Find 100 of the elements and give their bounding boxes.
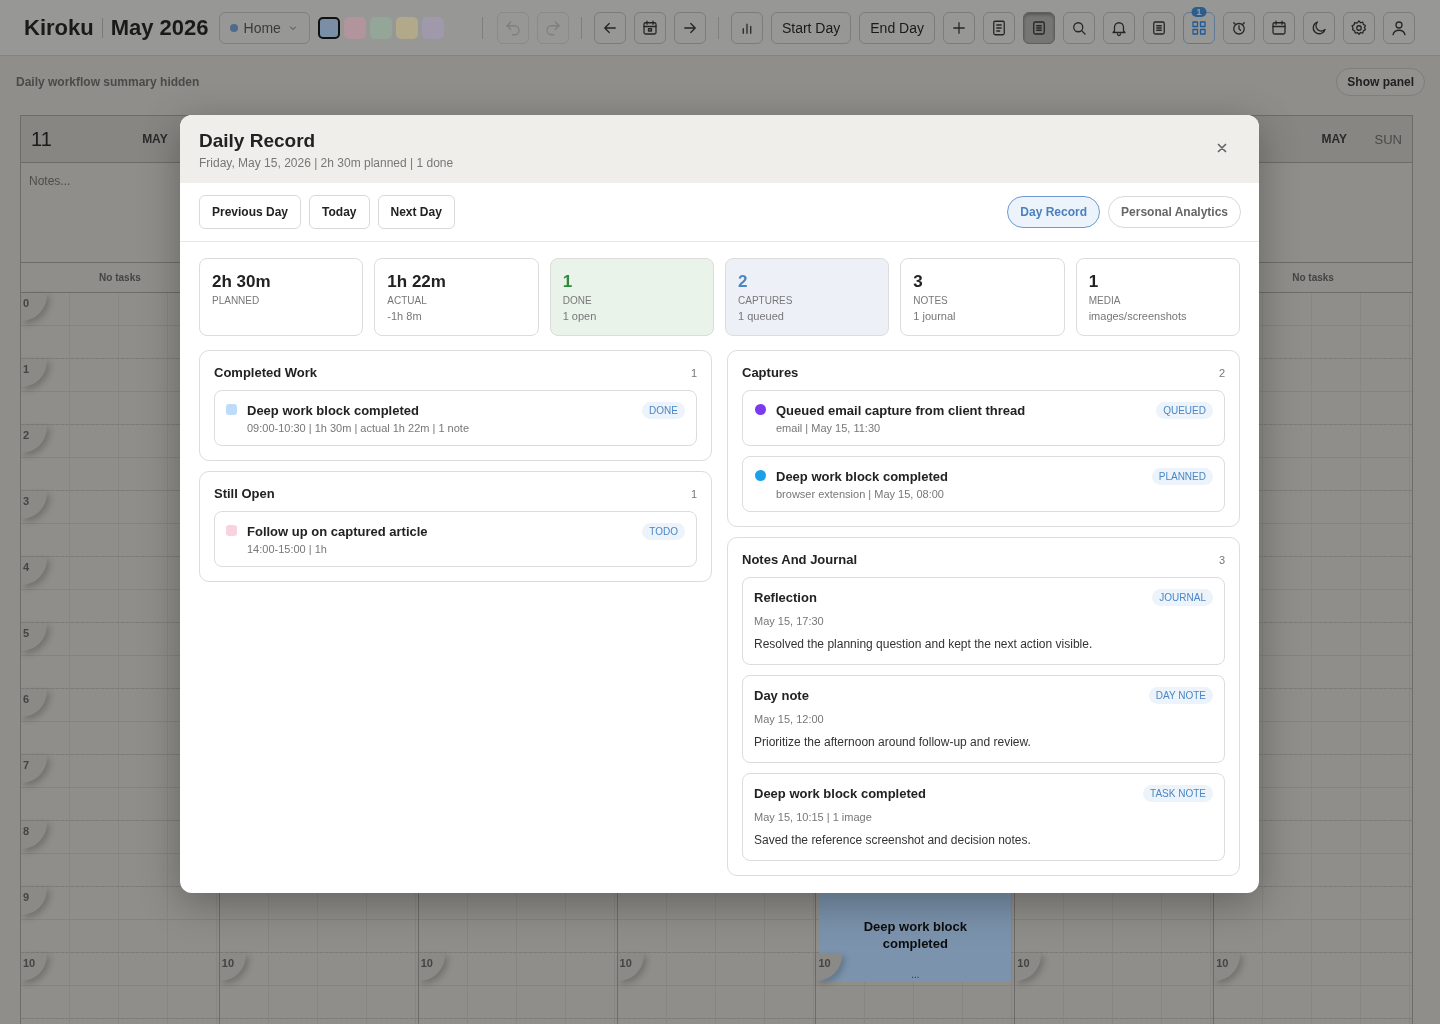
item-meta: 09:00-10:30 | 1h 30m | actual 1h 22m | 1 note: [247, 422, 470, 434]
hour-label: 8: [21, 821, 47, 849]
event-title: Deep work block completed: [862, 918, 968, 952]
toolbar-button[interactable]: End Day: [859, 11, 935, 44]
stat-value: 2h 30m: [212, 272, 272, 292]
show-panel-button[interactable]: Show panel: [1336, 67, 1425, 96]
stat-value: 1h 22m: [387, 272, 447, 292]
list-item[interactable]: Queued email capture from client thread QUEUED email | May 15, 11:30: [742, 390, 1225, 446]
settings-icon: [1349, 18, 1368, 37]
stat-label: CAPTURES: [738, 295, 794, 306]
dialog-subtitle: Friday, May 15, 2026 | 2h 30m planned | 1 done: [199, 156, 454, 170]
nav-button[interactable]: Today: [309, 195, 370, 229]
document-button[interactable]: [1022, 11, 1055, 44]
close-icon: [1215, 141, 1229, 155]
view-tab[interactable]: Personal Analytics: [1108, 196, 1241, 228]
stat-detail: 1 open: [562, 310, 598, 322]
stat-value: 3: [913, 272, 924, 292]
status-tag: QUEUED: [1156, 402, 1213, 419]
status-dot: [229, 23, 238, 32]
summary-message: Daily workflow summary hidden: [16, 74, 200, 89]
status-tag: PLANNED: [1151, 468, 1213, 485]
section-count: 2: [1218, 366, 1225, 379]
note-tag: DAY NOTE: [1148, 687, 1213, 704]
arrow-left-button[interactable]: [593, 11, 626, 44]
color-swatch[interactable]: [317, 16, 340, 39]
note-body: Resolved the planning question and kept the next action visible.: [754, 637, 1094, 651]
note-card[interactable]: Deep work block completed TASK NOTE May 15, 10:15 | 1 image Saved the reference screenshot and decision notes.: [742, 773, 1225, 861]
hour-label: 5: [21, 623, 47, 651]
hour-label: 10: [1214, 953, 1241, 981]
moon-button[interactable]: [1302, 11, 1335, 44]
toolbar-button[interactable]: Start Day: [770, 11, 852, 44]
hour-label: 10: [1015, 953, 1042, 981]
calendar-button[interactable]: [1262, 11, 1295, 44]
item-meta: email | May 15, 11:30: [776, 422, 882, 434]
more-indicator: ...: [911, 970, 920, 980]
note-body: Saved the reference screenshot and decision notes.: [754, 833, 1032, 847]
section-title: Still Open: [214, 486, 275, 501]
hour-label: 10: [418, 953, 445, 981]
stat-label: MEDIA: [1088, 295, 1122, 306]
list-item[interactable]: Follow up on captured article TODO 14:00-15:00 | 1h: [214, 511, 697, 567]
stat-detail: 1 journal: [913, 310, 957, 322]
stat-value: 1: [1088, 272, 1100, 292]
hour-label: 10: [617, 953, 644, 981]
stat-detail: -1h 8m: [387, 310, 423, 322]
nav-button[interactable]: Next Day: [377, 195, 455, 229]
redo-icon: [543, 18, 562, 37]
color-swatch[interactable]: [343, 16, 366, 39]
calendar-icon: [640, 18, 659, 37]
view-tab[interactable]: Day Record: [1007, 196, 1101, 228]
document-button[interactable]: [1142, 11, 1175, 44]
list-item[interactable]: Deep work block completed DONE 09:00-10:30 | 1h 30m | actual 1h 22m | 1 note: [214, 390, 697, 446]
calendar-button[interactable]: [633, 11, 666, 44]
user-icon: [1389, 18, 1408, 37]
undo-icon: [503, 18, 522, 37]
notification-badge: 1: [1191, 6, 1207, 17]
hour-label: 10: [219, 953, 246, 981]
list-item[interactable]: Deep work block completed PLANNED browser extension | May 15, 08:00: [742, 456, 1225, 512]
section-title: Captures: [742, 365, 799, 380]
hour-label: 9: [21, 887, 47, 915]
section-title: Completed Work: [214, 365, 318, 380]
task-summary: No tasks: [99, 272, 141, 283]
dialog-title: Daily Record: [199, 130, 316, 152]
grid-icon: [1189, 18, 1208, 37]
note-date: May 15, 12:00: [754, 713, 825, 725]
note-tag: TASK NOTE: [1143, 785, 1213, 802]
item-meta: browser extension | May 15, 08:00: [776, 488, 945, 500]
bar-chart-button[interactable]: [730, 11, 763, 44]
color-swatch[interactable]: [395, 16, 418, 39]
note-card[interactable]: Day note DAY NOTE May 15, 12:00 Prioritize the afternoon around follow-up and review.: [742, 675, 1225, 763]
workspace-dropdown[interactable]: Home: [218, 11, 310, 44]
hour-label: 4: [21, 557, 47, 585]
hour-label: 7: [21, 755, 47, 783]
note-card[interactable]: Reflection JOURNAL May 15, 17:30 Resolved the planning question and kept the next action visible.: [742, 577, 1225, 665]
arrow-right-button[interactable]: [673, 11, 706, 44]
stat-value: 1: [562, 272, 574, 292]
bell-button[interactable]: [1102, 11, 1135, 44]
day-number: 11: [31, 127, 53, 151]
hour-label: 0: [21, 293, 47, 321]
plus-button[interactable]: [942, 11, 975, 44]
stat-detail: 1 queued: [738, 310, 785, 322]
note-tag: JOURNAL: [1152, 589, 1213, 606]
item-title: Follow up on captured article: [247, 524, 428, 539]
nav-button[interactable]: Previous Day: [199, 195, 302, 229]
settings-button[interactable]: [1342, 11, 1375, 44]
stat-label: PLANNED: [212, 295, 261, 306]
note-title: Reflection: [754, 590, 817, 605]
section-count: 1: [690, 487, 697, 500]
stat-label: DONE: [562, 295, 593, 306]
stopwatch-button[interactable]: [1222, 11, 1255, 44]
stat-value: 2: [738, 272, 749, 292]
status-tag: TODO: [642, 523, 685, 540]
search-button[interactable]: [1062, 11, 1095, 44]
section-count: 1: [690, 366, 697, 379]
note-title: Day note: [754, 688, 809, 703]
stat-label: ACTUAL: [387, 295, 428, 306]
note-date: May 15, 17:30: [754, 615, 825, 627]
hour-label: 2: [21, 425, 47, 453]
month-title: May 2026: [110, 14, 209, 41]
document-button[interactable]: [982, 11, 1015, 44]
user-button[interactable]: [1382, 11, 1415, 44]
